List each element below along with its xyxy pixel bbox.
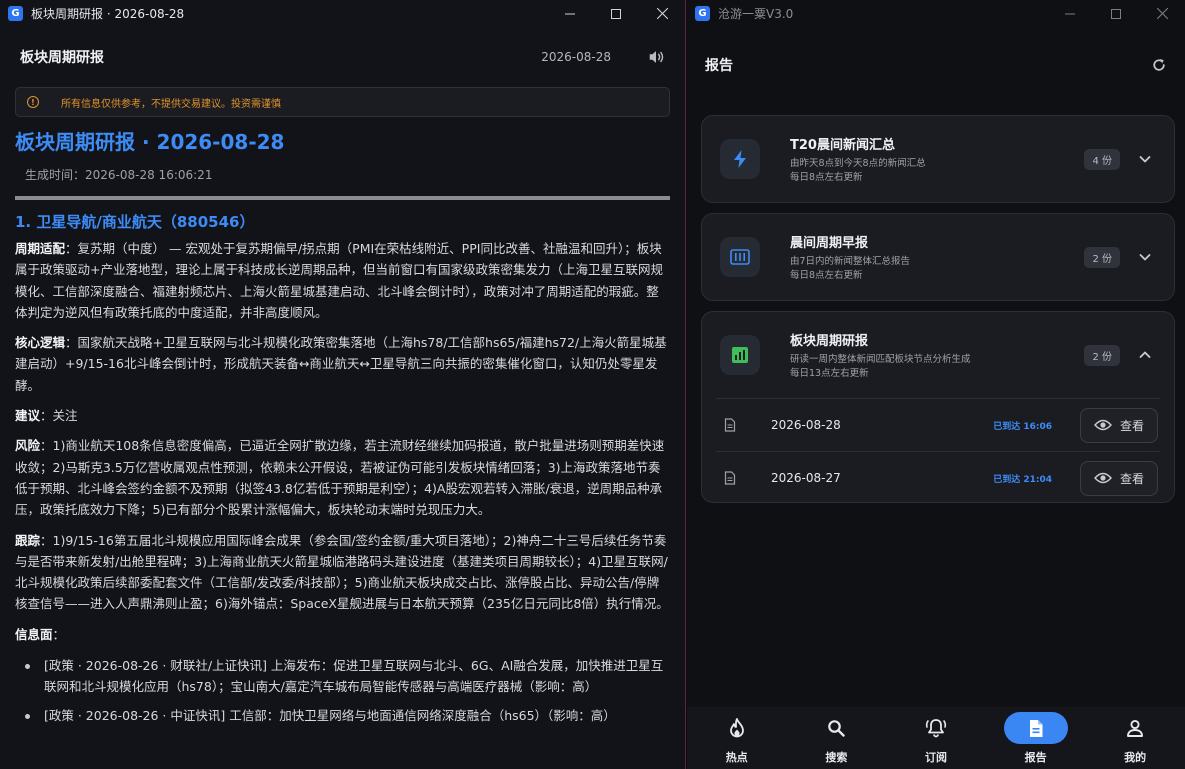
view-button[interactable]: 查看 (1080, 460, 1158, 496)
app-window: G 沧游一粟V3.0 报告 T20晨间新闻汇总 由昨天8点到今天8点的新闻汇总 … (687, 0, 1185, 769)
search-icon (804, 712, 868, 744)
reports-header: 报告 (687, 27, 1185, 102)
user-icon (1103, 712, 1167, 744)
header-title: 板块周期研报 (20, 50, 104, 66)
bottom-nav: 热点 搜索 订阅 报告 我的 (687, 707, 1185, 769)
count-badge: 2 份 (1084, 344, 1120, 366)
report-row: 2026-08-28 已到达 16:06 查看 (716, 398, 1160, 451)
bell-ring-icon (904, 712, 968, 744)
view-label: 查看 (1119, 418, 1144, 433)
report-row: 2026-08-27 已到达 21:04 查看 (716, 451, 1160, 504)
report-card-morning[interactable]: 晨间周期早报 由7日内的新闻整体汇总报告 每日8点左右更新 2 份 (701, 213, 1175, 301)
document-title: 板块周期研报 · 2026-08-28 (15, 130, 285, 154)
close-icon[interactable] (1139, 0, 1185, 27)
view-button[interactable]: 查看 (1080, 407, 1158, 443)
nav-label: 报告 (1024, 751, 1047, 764)
window-title: 板块周期研报 · 2026-08-28 (31, 7, 185, 21)
card-schedule: 每日13点左右更新 (790, 367, 869, 379)
card-description: 研读一周内整体新闻匹配板块节点分析生成 (790, 353, 971, 365)
nav-item-profile[interactable]: 我的 (1085, 707, 1185, 769)
view-label: 查看 (1119, 471, 1144, 486)
chart-icon (720, 335, 760, 375)
paragraph-risk: 风险：1)商业航天108条信息密度偏高，已逼近全网扩散边缘，若主流财经继续加码报… (15, 438, 665, 518)
document-icon (724, 418, 736, 432)
card-description: 由昨天8点到今天8点的新闻汇总 (790, 157, 926, 169)
barcode-icon (720, 237, 760, 277)
report-window: G 板块周期研报 · 2026-08-28 板块周期研报 2026-08-28 … (0, 0, 686, 769)
report-card-sector[interactable]: 板块周期研报 研读一周内整体新闻匹配板块节点分析生成 每日13点左右更新 2 份… (701, 311, 1175, 503)
document-icon (724, 471, 736, 485)
nav-label: 热点 (725, 751, 748, 764)
divider (15, 196, 670, 200)
page-title: 报告 (705, 57, 733, 74)
nav-item-search[interactable]: 搜索 (787, 707, 887, 769)
paragraph-logic: 核心逻辑：国家航天战略+卫星互联网与北斗规模化政策密集落地（上海hs78/工信部… (15, 335, 667, 393)
arrival-status: 已到达 21:04 (993, 474, 1052, 485)
report-date: 2026-08-27 (771, 471, 841, 485)
card-schedule: 每日8点左右更新 (790, 269, 863, 281)
paragraph-advice: 建议：关注 (15, 408, 78, 424)
header-date: 2026-08-28 (541, 50, 611, 64)
disclaimer-text: 所有信息仅供参考，不提供交易建议。投资需谨慎 (61, 98, 281, 110)
nav-item-hot[interactable]: 热点 (687, 707, 787, 769)
list-item: [政策 · 2026-08-26 · 财联社/上证快讯] 上海发布：促进卫星互联… (15, 655, 670, 698)
chevron-down-icon[interactable] (1138, 152, 1152, 166)
report-card-t20[interactable]: T20晨间新闻汇总 由昨天8点到今天8点的新闻汇总 每日8点左右更新 4 份 (701, 115, 1175, 203)
disclaimer-notice: ! 所有信息仅供参考，不提供交易建议。投资需谨慎 (15, 87, 670, 117)
info-list: [政策 · 2026-08-26 · 财联社/上证快讯] 上海发布：促进卫星互联… (15, 655, 670, 726)
document-header: 板块周期研报 2026-08-28 (0, 27, 685, 87)
list-item: [政策 · 2026-08-26 · 中证快讯] 工信部：加快卫星网络与地面通信… (15, 705, 670, 726)
window-title: 沧游一粟V3.0 (718, 7, 794, 21)
count-badge: 4 份 (1084, 148, 1120, 170)
right-titlebar[interactable]: G 沧游一粟V3.0 (687, 0, 1185, 27)
card-description: 由7日内的新闻整体汇总报告 (790, 255, 911, 267)
nav-label: 搜索 (825, 751, 848, 764)
app-logo-icon: G (8, 6, 23, 21)
paragraph-cycle: 周期适配：复苏期（中度） — 宏观处于复苏期偏早/拐点期（PMI在荣枯线附近、P… (15, 241, 663, 320)
minimize-icon[interactable] (1047, 0, 1093, 27)
nav-label: 我的 (1124, 751, 1147, 764)
eye-icon (1094, 419, 1112, 431)
eye-icon (1094, 472, 1112, 484)
nav-item-subscribe[interactable]: 订阅 (886, 707, 986, 769)
refresh-icon[interactable] (1151, 57, 1167, 73)
arrival-status: 已到达 16:06 (993, 421, 1052, 432)
minimize-icon[interactable] (547, 0, 593, 27)
document-body: 板块周期研报 · 2026-08-28 生成时间：2026-08-28 16:0… (0, 128, 685, 726)
paragraph-info: 信息面： (15, 626, 66, 642)
count-badge: 2 份 (1084, 246, 1120, 268)
card-schedule: 每日8点左右更新 (790, 171, 863, 183)
paragraph-tracking: 跟踪：1)9/15-16第五届北斗规模应用国际峰会成果（参会国/签约金额/重大项… (15, 532, 669, 612)
left-titlebar[interactable]: G 板块周期研报 · 2026-08-28 (0, 0, 685, 27)
card-title: T20晨间新闻汇总 (790, 137, 895, 153)
chevron-down-icon[interactable] (1138, 250, 1152, 264)
report-date: 2026-08-28 (771, 418, 841, 432)
nav-label: 订阅 (924, 751, 947, 764)
nav-item-reports[interactable]: 报告 (986, 707, 1086, 769)
maximize-icon[interactable] (593, 0, 639, 27)
close-icon[interactable] (639, 0, 685, 27)
maximize-icon[interactable] (1093, 0, 1139, 27)
generated-time: 生成时间：2026-08-28 16:06:21 (25, 168, 213, 182)
chevron-up-icon[interactable] (1138, 348, 1152, 362)
bolt-icon (720, 139, 760, 179)
speaker-icon[interactable] (647, 48, 665, 66)
document-icon (1003, 712, 1068, 744)
app-logo-icon: G (695, 6, 710, 21)
section-title: 1. 卫星导航/商业航天（880546） (15, 213, 255, 231)
card-title: 晨间周期早报 (790, 235, 869, 251)
info-icon: ! (27, 96, 39, 108)
card-title: 板块周期研报 (790, 333, 869, 349)
flame-icon (705, 712, 769, 744)
